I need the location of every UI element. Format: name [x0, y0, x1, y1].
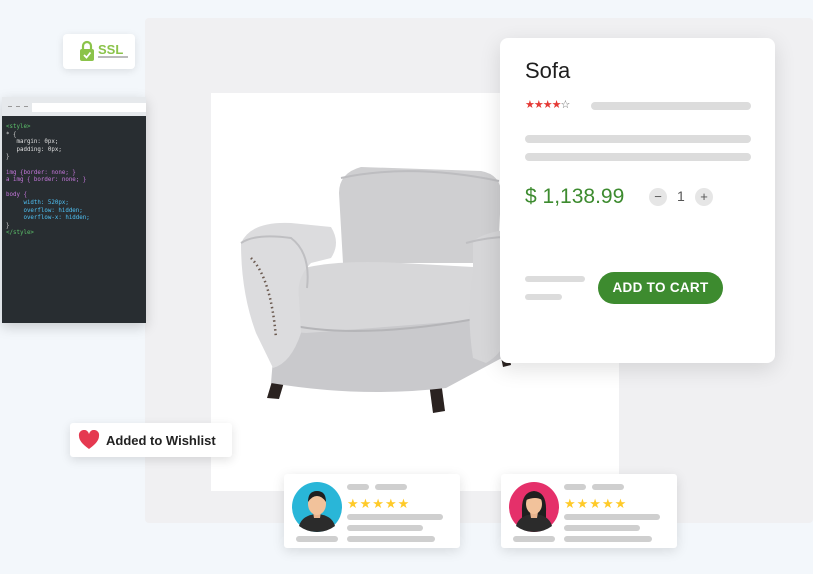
review-rating: ★★★★★: [347, 496, 411, 511]
heart-icon: [78, 430, 100, 449]
review-card: ★★★★★: [284, 474, 460, 548]
code-editor-window: <style> * { margin: 0px; padding: 0px; }…: [2, 97, 146, 323]
code-line: width: 520px;: [6, 199, 69, 206]
placeholder-line: [564, 525, 640, 531]
add-to-cart-button[interactable]: ADD TO CART: [598, 272, 723, 304]
placeholder-line: [564, 484, 586, 490]
placeholder-line: [347, 536, 435, 542]
product-title: Sofa: [525, 58, 571, 83]
back-arrow-icon[interactable]: [8, 106, 12, 107]
reload-icon[interactable]: [24, 106, 28, 107]
product-rating: ★★★★☆: [525, 98, 571, 111]
placeholder-line: [525, 153, 751, 161]
placeholder-line: [347, 525, 423, 531]
css-code-block: <style> * { margin: 0px; padding: 0px; }…: [2, 116, 146, 238]
ssl-label: SSL: [98, 42, 124, 57]
male-user-icon: [292, 482, 342, 532]
placeholder-line: [525, 135, 751, 143]
placeholder-line: [296, 536, 338, 542]
code-line: overflow: hidden;: [6, 207, 83, 214]
forward-arrow-icon[interactable]: [16, 106, 20, 107]
placeholder-line: [564, 514, 660, 520]
placeholder-line: [591, 102, 751, 110]
code-line: body {: [6, 192, 27, 199]
code-line: a img { border: none; }: [6, 177, 87, 184]
placeholder-line: [525, 294, 562, 300]
ssl-caption-line: [98, 56, 128, 58]
address-bar[interactable]: [32, 103, 146, 112]
review-card: ★★★★★: [501, 474, 677, 548]
placeholder-line: [525, 276, 585, 282]
review-rating: ★★★★★: [564, 496, 628, 511]
code-line: margin: 0px;: [6, 139, 59, 146]
quantity-decrement-button[interactable]: −: [649, 188, 667, 206]
code-line: img {border: none; }: [6, 169, 76, 176]
wishlist-toast: Added to Wishlist: [70, 423, 232, 457]
star-icon: ★: [542, 99, 553, 111]
placeholder-line: [564, 536, 652, 542]
quantity-increment-button[interactable]: +: [695, 188, 713, 206]
placeholder-line: [592, 484, 624, 490]
placeholder-line: [347, 484, 369, 490]
code-line: }: [6, 154, 10, 161]
placeholder-line: [513, 536, 555, 542]
lock-icon: [80, 40, 94, 61]
star-outline-icon: ☆: [560, 99, 571, 111]
product-card: Sofa ★★★★☆ $ 1,138.99 − 1 + ADD TO CART: [500, 38, 775, 363]
placeholder-line: [375, 484, 407, 490]
star-icon: ★: [525, 99, 535, 111]
code-line: overflow-x: hidden;: [6, 215, 90, 222]
code-line: </style>: [6, 230, 34, 237]
code-line: padding: 0px;: [6, 146, 62, 153]
placeholder-line: [347, 514, 443, 520]
wishlist-message: Added to Wishlist: [106, 433, 216, 448]
code-line: * {: [6, 131, 17, 138]
ssl-secured-badge: SSL: [63, 34, 135, 69]
star-icon: ★: [551, 99, 562, 111]
female-user-icon: [509, 482, 559, 532]
product-price: $ 1,138.99: [525, 185, 625, 208]
browser-titlebar: [2, 97, 146, 116]
star-icon: ★: [533, 99, 544, 111]
code-line: }: [6, 222, 10, 229]
quantity-value[interactable]: 1: [677, 188, 685, 204]
code-line: <style>: [6, 124, 31, 130]
